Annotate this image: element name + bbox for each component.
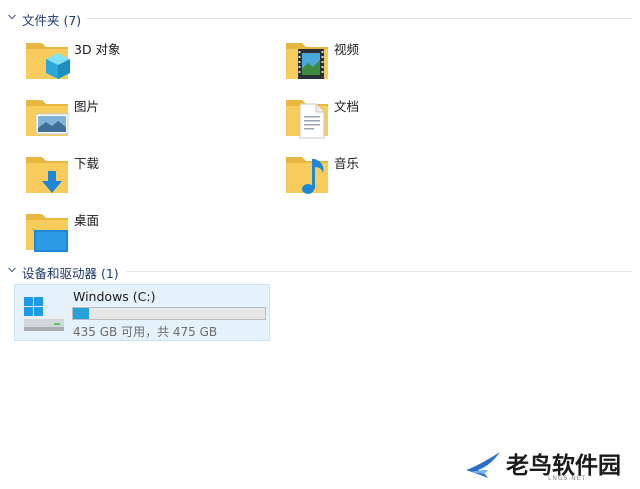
downloads-icon: [26, 157, 68, 193]
3d-objects-icon: [26, 43, 70, 79]
folder-videos[interactable]: 视频: [284, 37, 504, 93]
group-header-folders[interactable]: 文件夹 (7): [0, 9, 640, 28]
folder-label: 文档: [334, 99, 360, 114]
group-title-folders: 文件夹 (7): [22, 13, 82, 28]
folder-label: 3D 对象: [74, 42, 121, 57]
chevron-down-icon[interactable]: [7, 12, 17, 22]
folder-pictures[interactable]: 图片: [24, 94, 244, 150]
watermark: 老鸟软件园 LNGS.NET: [440, 440, 640, 489]
group-title-drives: 设备和驱动器 (1): [22, 266, 119, 281]
folder-label: 图片: [74, 99, 100, 114]
folder-documents[interactable]: 文档: [284, 94, 504, 150]
folder-music[interactable]: 音乐: [284, 151, 504, 207]
folder-label: 桌面: [74, 213, 100, 228]
drive-usage-bar: [72, 307, 266, 320]
folder-label: 音乐: [334, 156, 360, 171]
music-icon: [286, 157, 328, 194]
drive-free-space: 435 GB 可用，共 475 GB: [73, 325, 218, 339]
folder-label: 下载: [74, 156, 100, 171]
hard-drive-icon: [24, 297, 64, 331]
group-header-drives[interactable]: 设备和驱动器 (1): [0, 262, 640, 281]
documents-icon: [286, 100, 328, 139]
group-divider: [126, 271, 632, 272]
videos-icon: [286, 43, 328, 79]
chevron-down-icon[interactable]: [7, 265, 17, 275]
folder-downloads[interactable]: 下载: [24, 151, 244, 207]
drive-usage-fill: [73, 308, 90, 319]
bird-logo-icon: [466, 452, 500, 478]
drive-windows-c[interactable]: Windows (C:) 435 GB 可用，共 475 GB: [14, 284, 270, 341]
folder-label: 视频: [334, 42, 360, 57]
folder-desktop[interactable]: 桌面: [24, 208, 244, 264]
watermark-sub: LNGS.NET: [548, 475, 587, 482]
desktop-icon: [26, 214, 68, 252]
pictures-icon: [26, 100, 69, 136]
drive-name: Windows (C:): [73, 289, 156, 304]
folder-3d-objects[interactable]: 3D 对象: [24, 37, 244, 93]
group-divider: [86, 18, 632, 19]
